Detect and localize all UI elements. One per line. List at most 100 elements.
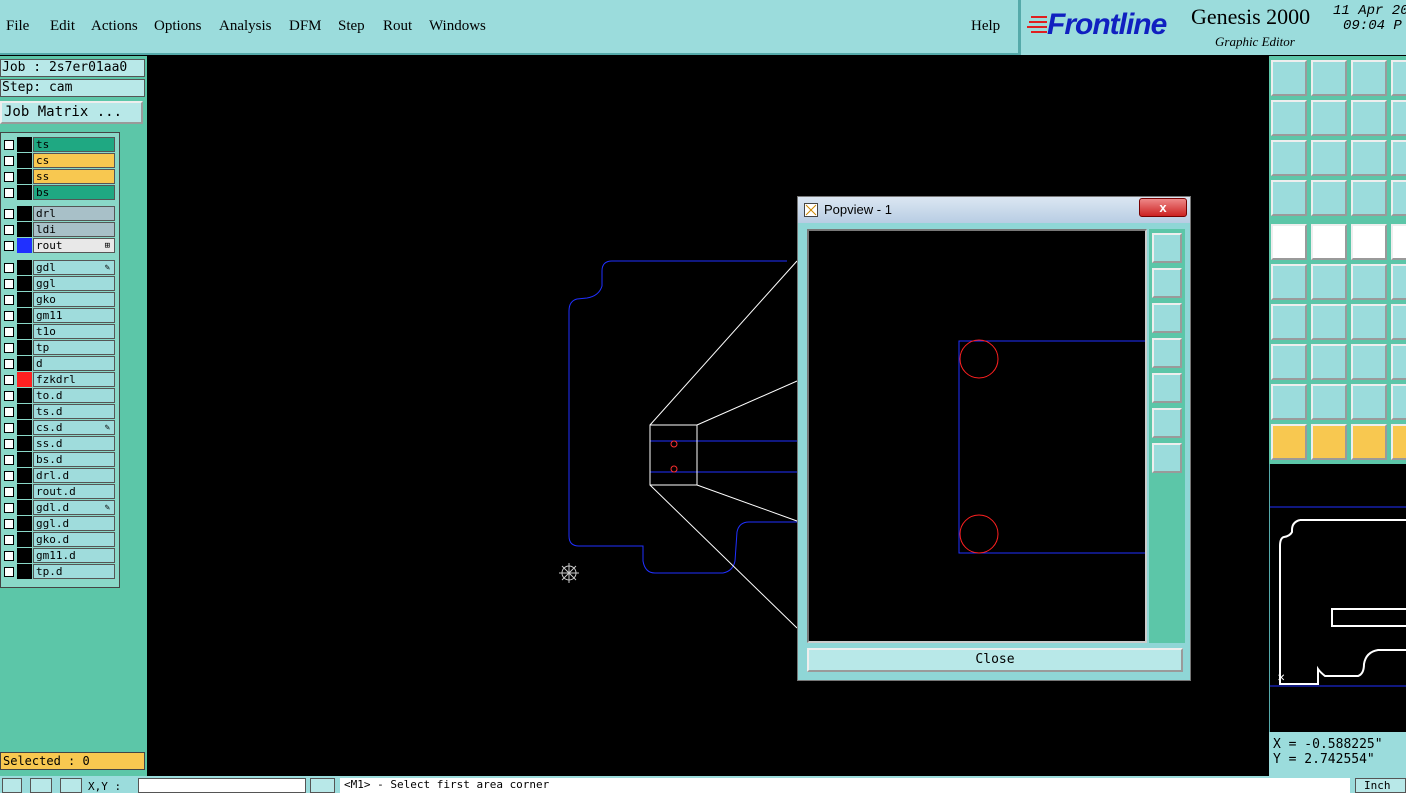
tool-button[interactable] (1271, 304, 1307, 340)
layer-color-swatch[interactable] (17, 452, 32, 467)
check-tool-icon[interactable] (30, 778, 52, 793)
tool-button[interactable] (1351, 424, 1387, 460)
xy-input[interactable] (138, 778, 306, 793)
job-matrix-button[interactable]: Job Matrix ... (0, 101, 143, 124)
layer-color-swatch[interactable] (17, 340, 32, 355)
layer-name[interactable]: cs.d ✎ (33, 420, 115, 435)
layer-checkbox[interactable] (4, 295, 14, 305)
layer-row[interactable]: tp.d (1, 564, 117, 579)
layer-checkbox[interactable] (4, 471, 14, 481)
layer-color-swatch[interactable] (17, 260, 32, 275)
layer-name[interactable]: ss.d (33, 436, 115, 451)
layer-checkbox[interactable] (4, 279, 14, 289)
layer-checkbox[interactable] (4, 503, 14, 513)
layer-name[interactable]: ts (33, 137, 115, 152)
tool-button[interactable] (1351, 264, 1387, 300)
layer-row[interactable]: gko (1, 292, 117, 307)
menu-actions[interactable]: Actions (91, 18, 138, 35)
tool-button[interactable] (1351, 180, 1387, 216)
tool-button[interactable] (1311, 424, 1347, 460)
tool-button[interactable] (1391, 264, 1406, 300)
tool-button[interactable] (1391, 60, 1406, 96)
tool-button[interactable] (1271, 100, 1307, 136)
layer-row[interactable]: gdl.d ✎ (1, 500, 117, 515)
tool-button[interactable] (1311, 100, 1347, 136)
overview-panel[interactable]: ✕ (1269, 464, 1406, 732)
grid-tool-icon[interactable] (60, 778, 82, 793)
layer-color-swatch[interactable] (17, 137, 32, 152)
layer-checkbox[interactable] (4, 327, 14, 337)
layer-name[interactable]: ggl.d (33, 516, 115, 531)
layer-checkbox[interactable] (4, 343, 14, 353)
tool-button[interactable] (1311, 304, 1347, 340)
layer-name[interactable]: gdl ✎ (33, 260, 115, 275)
layer-color-swatch[interactable] (17, 420, 32, 435)
layer-row[interactable]: d (1, 356, 117, 371)
tool-button[interactable] (1391, 224, 1406, 260)
tool-button[interactable] (1391, 344, 1406, 380)
layer-checkbox[interactable] (4, 535, 14, 545)
tool-button[interactable] (1271, 344, 1307, 380)
popview-tool-button[interactable] (1152, 233, 1182, 263)
tool-button[interactable] (1351, 344, 1387, 380)
tool-button[interactable] (1391, 424, 1406, 460)
tool-button[interactable] (1311, 224, 1347, 260)
layer-color-swatch[interactable] (17, 484, 32, 499)
popview-tool-button[interactable] (1152, 338, 1182, 368)
layer-color-swatch[interactable] (17, 324, 32, 339)
layer-checkbox[interactable] (4, 375, 14, 385)
input-mode-icon[interactable] (310, 778, 335, 793)
menu-rout[interactable]: Rout (383, 18, 412, 35)
layer-name[interactable]: cs (33, 153, 115, 168)
layer-checkbox[interactable] (4, 455, 14, 465)
layer-name[interactable]: tp.d (33, 564, 115, 579)
layer-name[interactable]: ss (33, 169, 115, 184)
layer-name[interactable]: gdl.d ✎ (33, 500, 115, 515)
layer-checkbox[interactable] (4, 487, 14, 497)
layer-color-swatch[interactable] (17, 436, 32, 451)
layer-checkbox[interactable] (4, 140, 14, 150)
tool-button[interactable] (1271, 140, 1307, 176)
tool-button[interactable] (1351, 60, 1387, 96)
layer-checkbox[interactable] (4, 407, 14, 417)
layer-name[interactable]: rout ⊞ (33, 238, 115, 253)
layer-name[interactable]: ts.d (33, 404, 115, 419)
layer-row[interactable]: gdl ✎ (1, 260, 117, 275)
popview-tool-button[interactable] (1152, 443, 1182, 473)
popview-tool-button[interactable] (1152, 373, 1182, 403)
tool-button[interactable] (1391, 384, 1406, 420)
menu-windows[interactable]: Windows (429, 18, 486, 35)
popview-tool-button[interactable] (1152, 408, 1182, 438)
layer-row[interactable]: t1o (1, 324, 117, 339)
tool-button[interactable] (1351, 224, 1387, 260)
layer-checkbox[interactable] (4, 551, 14, 561)
layer-name[interactable]: bs (33, 185, 115, 200)
layer-name[interactable]: rout.d (33, 484, 115, 499)
layer-checkbox[interactable] (4, 172, 14, 182)
layer-checkbox[interactable] (4, 439, 14, 449)
layer-color-swatch[interactable] (17, 564, 32, 579)
tool-button[interactable] (1391, 140, 1406, 176)
layer-row[interactable]: drl (1, 206, 117, 221)
layer-color-swatch[interactable] (17, 276, 32, 291)
layer-name[interactable]: bs.d (33, 452, 115, 467)
layer-row[interactable]: drl.d (1, 468, 117, 483)
tool-button[interactable] (1311, 344, 1347, 380)
layer-row[interactable]: to.d (1, 388, 117, 403)
menu-dfm[interactable]: DFM (289, 18, 322, 35)
layer-color-swatch[interactable] (17, 532, 32, 547)
popview-canvas[interactable] (807, 229, 1149, 643)
layer-checkbox[interactable] (4, 519, 14, 529)
layer-name[interactable]: d (33, 356, 115, 371)
layer-checkbox[interactable] (4, 567, 14, 577)
layer-color-swatch[interactable] (17, 238, 32, 253)
tool-button[interactable] (1351, 384, 1387, 420)
layer-name[interactable]: gko (33, 292, 115, 307)
units-button[interactable]: Inch (1355, 778, 1406, 793)
layer-color-swatch[interactable] (17, 500, 32, 515)
layer-color-swatch[interactable] (17, 372, 32, 387)
tool-button[interactable] (1311, 264, 1347, 300)
arrow-tool-icon[interactable] (2, 778, 22, 793)
layer-row[interactable]: ts.d (1, 404, 117, 419)
layer-color-swatch[interactable] (17, 292, 32, 307)
